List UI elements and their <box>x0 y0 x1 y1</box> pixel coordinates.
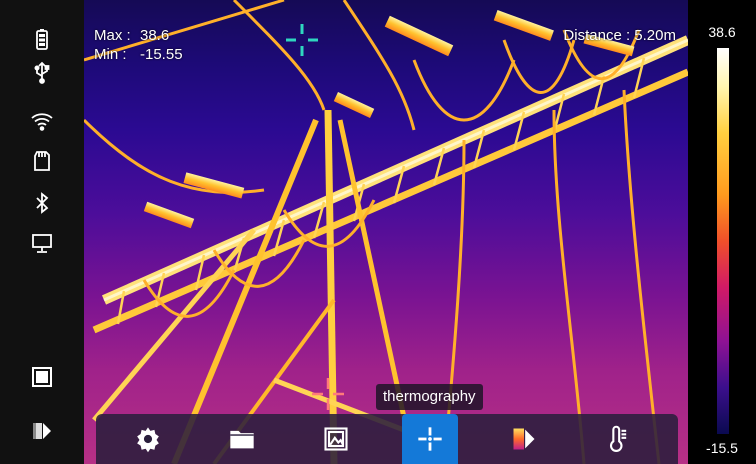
min-label: Min : <box>94 46 127 63</box>
palette-button[interactable] <box>496 414 552 464</box>
battery-icon <box>22 22 62 56</box>
temperature-scale: 38.6 -15.5 <box>688 0 756 464</box>
distance-value: 5.20m <box>634 27 676 44</box>
mode-tooltip: thermography <box>376 384 483 410</box>
bluetooth-icon <box>22 186 62 220</box>
gallery-button[interactable] <box>308 414 364 464</box>
wifi-icon <box>22 104 62 138</box>
min-max-readout: Max : 38.6 Min : -15.55 <box>94 26 183 64</box>
palette-toggle-icon[interactable] <box>22 414 62 448</box>
square-frame-icon[interactable] <box>22 360 62 394</box>
measure-point-button[interactable] <box>402 414 458 464</box>
spot-crosshair-icon <box>312 378 344 410</box>
settings-icon <box>137 427 159 453</box>
folder-icon <box>230 430 254 449</box>
folder-button[interactable] <box>214 414 270 464</box>
distance-label: Distance : <box>563 27 631 44</box>
left-status-bar <box>0 0 84 464</box>
cables <box>84 0 661 464</box>
image-gallery-icon <box>324 427 348 451</box>
thermal-camera-screen: Max : 38.6 Min : -15.55 Distance : 5.20m 3… <box>0 0 756 464</box>
max-value: 38.6 <box>140 27 170 44</box>
settings-button[interactable] <box>120 414 176 464</box>
sd-card-icon <box>22 144 62 178</box>
color-scale-bar <box>717 48 729 434</box>
distance-readout: Distance : 5.20m <box>563 26 676 45</box>
measure-point-icon <box>418 427 442 451</box>
min-value: -15.55 <box>140 46 183 63</box>
usb-icon <box>22 56 62 90</box>
thermometer-button[interactable] <box>590 414 646 464</box>
monitor-icon <box>22 226 62 260</box>
center-crosshair-icon <box>286 24 318 56</box>
scale-min-value: -15.5 <box>706 440 738 456</box>
max-label: Max : <box>94 27 131 44</box>
scale-max-value: 38.6 <box>708 24 736 40</box>
thermometer-icon <box>609 425 627 452</box>
insulators <box>143 10 635 229</box>
bottom-toolbar <box>96 414 678 464</box>
palette-icon <box>513 428 535 450</box>
